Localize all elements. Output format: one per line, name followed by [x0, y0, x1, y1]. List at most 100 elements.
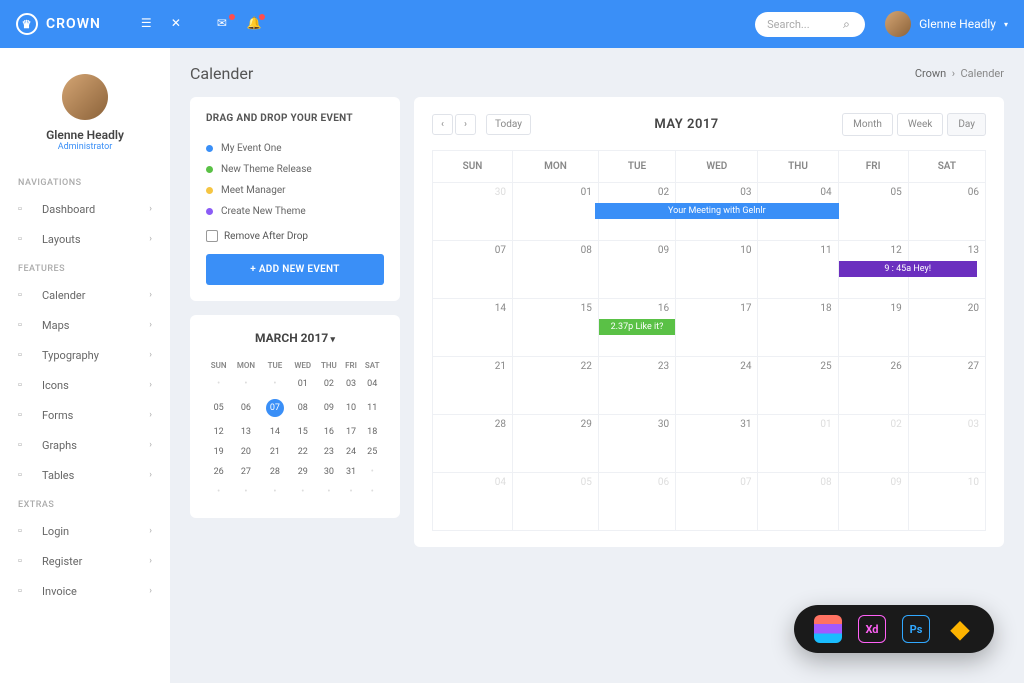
mini-day[interactable]: 06 — [231, 394, 260, 422]
mini-day[interactable]: 25 — [360, 442, 384, 462]
calendar-day[interactable]: 10 — [676, 241, 758, 299]
search-box[interactable]: ⌕ — [755, 12, 865, 37]
calendar-day[interactable]: 08 — [513, 241, 599, 299]
view-week-button[interactable]: Week — [897, 113, 943, 136]
mini-day[interactable]: 13 — [231, 422, 260, 442]
mini-day[interactable]: 31 — [342, 462, 361, 482]
nav-invoice[interactable]: ▫Invoice› — [0, 576, 170, 606]
ps-icon[interactable]: Ps — [902, 615, 930, 643]
calendar-day[interactable]: 01 — [758, 415, 838, 473]
nav-typography[interactable]: ▫Typography› — [0, 340, 170, 370]
calendar-day[interactable]: 03Your Meeting with Gelnlr — [676, 183, 758, 241]
mini-day-today[interactable]: 07 — [260, 394, 289, 422]
nav-register[interactable]: ▫Register› — [0, 546, 170, 576]
calendar-day[interactable]: 21 — [433, 357, 513, 415]
calendar-day[interactable]: 162.37p Like it? — [598, 299, 675, 357]
mini-day[interactable]: 02 — [316, 374, 341, 394]
mini-day[interactable]: 23 — [316, 442, 341, 462]
calendar-day[interactable]: 01 — [513, 183, 599, 241]
calendar-day[interactable]: 04 — [758, 183, 838, 241]
nav-login[interactable]: ▫Login› — [0, 516, 170, 546]
figma-icon[interactable] — [814, 615, 842, 643]
mini-day[interactable]: 04 — [360, 374, 384, 394]
calendar-day[interactable]: 27 — [908, 357, 985, 415]
sketch-icon[interactable]: ◆ — [946, 615, 974, 643]
mini-day[interactable]: 16 — [316, 422, 341, 442]
calendar-day[interactable]: 129 : 45a Hey! — [838, 241, 908, 299]
calendar-day[interactable]: 23 — [598, 357, 675, 415]
calendar-day[interactable]: 06 — [908, 183, 985, 241]
next-button[interactable]: › — [455, 114, 476, 135]
mini-day[interactable]: 22 — [289, 442, 316, 462]
calendar-day[interactable]: 13 — [908, 241, 985, 299]
mini-day[interactable]: 01 — [289, 374, 316, 394]
calendar-day[interactable]: 10 — [908, 473, 985, 531]
calendar-day[interactable]: 05 — [838, 183, 908, 241]
calendar-day[interactable]: 25 — [758, 357, 838, 415]
mini-day[interactable]: 03 — [342, 374, 361, 394]
mini-day[interactable]: 15 — [289, 422, 316, 442]
calendar-day[interactable]: 15 — [513, 299, 599, 357]
calendar-day[interactable]: 14 — [433, 299, 513, 357]
calendar-day[interactable]: 09 — [838, 473, 908, 531]
mini-day[interactable]: 11 — [360, 394, 384, 422]
calendar-day[interactable]: 05 — [513, 473, 599, 531]
mini-day[interactable]: 27 — [231, 462, 260, 482]
mini-day[interactable]: 26 — [206, 462, 231, 482]
mini-day[interactable]: 28 — [260, 462, 289, 482]
mini-day[interactable]: 24 — [342, 442, 361, 462]
nav-maps[interactable]: ▫Maps› — [0, 310, 170, 340]
today-button[interactable]: Today — [486, 114, 531, 135]
logo[interactable]: ♛ CROWN — [16, 13, 101, 35]
calendar-day[interactable]: 11 — [758, 241, 838, 299]
mini-calendar-title[interactable]: MARCH 2017 — [206, 331, 384, 345]
calendar-day[interactable]: 31 — [676, 415, 758, 473]
calendar-day[interactable]: 06 — [598, 473, 675, 531]
calendar-day[interactable]: 29 — [513, 415, 599, 473]
search-input[interactable] — [767, 18, 837, 31]
calendar-day[interactable]: 19 — [838, 299, 908, 357]
calendar-day[interactable]: 07 — [676, 473, 758, 531]
mini-day[interactable]: 08 — [289, 394, 316, 422]
bell-icon[interactable]: 🔔 — [247, 16, 263, 32]
mail-icon[interactable]: ✉ — [217, 16, 233, 32]
mini-day[interactable]: 29 — [289, 462, 316, 482]
calendar-event[interactable]: 2.37p Like it? — [599, 319, 675, 335]
calendar-day[interactable]: 17 — [676, 299, 758, 357]
calendar-day[interactable]: 09 — [598, 241, 675, 299]
calendar-day[interactable]: 30 — [433, 183, 513, 241]
nav-tables[interactable]: ▫Tables› — [0, 460, 170, 490]
draggable-event[interactable]: New Theme Release — [206, 159, 384, 180]
calendar-day[interactable]: 08 — [758, 473, 838, 531]
calendar-day[interactable]: 30 — [598, 415, 675, 473]
mini-day[interactable]: 10 — [342, 394, 361, 422]
calendar-day[interactable]: 07 — [433, 241, 513, 299]
calendar-day[interactable]: 26 — [838, 357, 908, 415]
calendar-day[interactable]: 22 — [513, 357, 599, 415]
nav-forms[interactable]: ▫Forms› — [0, 400, 170, 430]
view-day-button[interactable]: Day — [947, 113, 986, 136]
nav-icons[interactable]: ▫Icons› — [0, 370, 170, 400]
mini-day[interactable]: 05 — [206, 394, 231, 422]
draggable-event[interactable]: Meet Manager — [206, 180, 384, 201]
breadcrumb-root[interactable]: Crown — [915, 67, 946, 80]
prev-button[interactable]: ‹ — [432, 114, 453, 135]
mini-day[interactable]: 19 — [206, 442, 231, 462]
mini-day[interactable]: 17 — [342, 422, 361, 442]
mini-day[interactable]: 18 — [360, 422, 384, 442]
calendar-day[interactable]: 03 — [908, 415, 985, 473]
calendar-day[interactable]: 28 — [433, 415, 513, 473]
tools-icon[interactable]: ✕ — [171, 16, 187, 32]
mini-day[interactable]: 21 — [260, 442, 289, 462]
calendar-day[interactable]: 04 — [433, 473, 513, 531]
nav-graphs[interactable]: ▫Graphs› — [0, 430, 170, 460]
xd-icon[interactable]: Xd — [858, 615, 886, 643]
remove-after-drop-checkbox[interactable]: Remove After Drop — [206, 230, 384, 242]
mini-day[interactable]: 14 — [260, 422, 289, 442]
mini-day[interactable]: 12 — [206, 422, 231, 442]
nav-layouts[interactable]: ▫Layouts› — [0, 224, 170, 254]
add-event-button[interactable]: + ADD NEW EVENT — [206, 254, 384, 285]
draggable-event[interactable]: My Event One — [206, 138, 384, 159]
nav-dashboard[interactable]: ▫Dashboard› — [0, 194, 170, 224]
user-menu[interactable]: Glenne Headly ▾ — [885, 11, 1008, 37]
